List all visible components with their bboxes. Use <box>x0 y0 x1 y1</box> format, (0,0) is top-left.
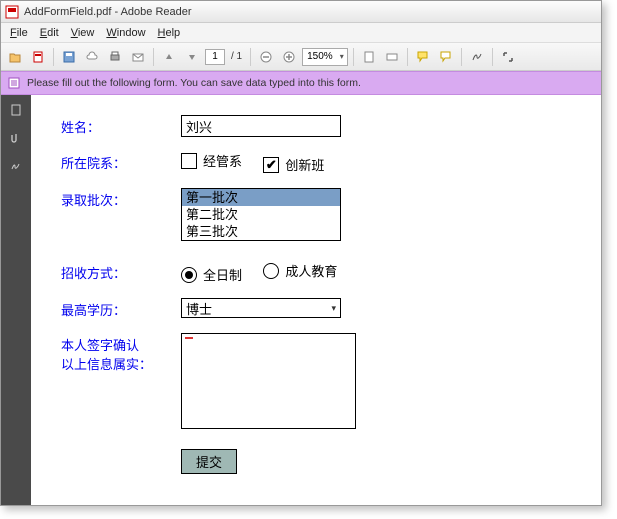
radio-icon <box>263 263 279 279</box>
page-down-icon[interactable] <box>182 47 202 67</box>
page-number-input[interactable] <box>205 49 225 65</box>
separator <box>492 48 493 66</box>
document-area: 姓名： 刘兴 所在院系： 经管系 ✔创新班 录取批次： 第一批次 第二批次 第三… <box>31 95 601 505</box>
highlight-icon[interactable] <box>436 47 456 67</box>
sign-icon[interactable] <box>467 47 487 67</box>
create-pdf-icon[interactable] <box>28 47 48 67</box>
mail-icon[interactable] <box>128 47 148 67</box>
radio-checked-icon <box>181 267 197 283</box>
cloud-icon[interactable] <box>82 47 102 67</box>
menu-view[interactable]: View <box>66 25 100 41</box>
checkbox-box-icon <box>181 153 197 169</box>
menu-file[interactable]: File <box>5 25 33 41</box>
fit-width-icon[interactable] <box>382 47 402 67</box>
body-area: 姓名： 刘兴 所在院系： 经管系 ✔创新班 录取批次： 第一批次 第二批次 第三… <box>1 95 601 505</box>
cursor-icon <box>185 337 193 339</box>
checkbox-chuangxin[interactable]: ✔创新班 <box>263 155 324 174</box>
attachments-icon[interactable] <box>7 129 25 147</box>
submit-button[interactable]: 提交 <box>181 449 237 474</box>
input-name[interactable]: 刘兴 <box>181 115 341 137</box>
label-signature: 本人签字确认 以上信息属实： <box>61 333 181 373</box>
page-total: / 1 <box>228 51 245 62</box>
zoom-in-icon[interactable] <box>279 47 299 67</box>
list-item[interactable]: 第三批次 <box>182 223 340 240</box>
list-item[interactable]: 第一批次 <box>182 189 340 206</box>
label-education: 最高学历： <box>61 298 181 319</box>
menu-bar: File Edit View Window Help <box>1 23 601 43</box>
separator <box>250 48 251 66</box>
zoom-select[interactable]: 150% <box>302 48 348 66</box>
listbox-batch[interactable]: 第一批次 第二批次 第三批次 <box>181 188 341 241</box>
separator <box>353 48 354 66</box>
open-icon[interactable] <box>5 47 25 67</box>
window-title: AddFormField.pdf - Adobe Reader <box>24 6 192 18</box>
radio-adult[interactable]: 成人教育 <box>263 261 337 280</box>
separator <box>407 48 408 66</box>
comment-icon[interactable] <box>413 47 433 67</box>
row-batch: 录取批次： 第一批次 第二批次 第三批次 <box>61 188 571 241</box>
print-icon[interactable] <box>105 47 125 67</box>
title-bar: AddFormField.pdf - Adobe Reader <box>1 1 601 23</box>
checkbox-box-checked-icon: ✔ <box>263 157 279 173</box>
list-item[interactable]: 第二批次 <box>182 206 340 223</box>
fullscreen-icon[interactable] <box>498 47 518 67</box>
thumbnails-icon[interactable] <box>7 101 25 119</box>
menu-help[interactable]: Help <box>153 25 186 41</box>
row-department: 所在院系： 经管系 ✔创新班 <box>61 151 571 174</box>
form-icon <box>7 76 21 90</box>
page-up-icon[interactable] <box>159 47 179 67</box>
row-name: 姓名： 刘兴 <box>61 115 571 137</box>
notice-text: Please fill out the following form. You … <box>27 77 361 89</box>
fit-page-icon[interactable] <box>359 47 379 67</box>
label-mode: 招收方式： <box>61 261 181 282</box>
label-name: 姓名： <box>61 115 181 136</box>
app-window: AddFormField.pdf - Adobe Reader File Edi… <box>0 0 602 506</box>
checkbox-jingguan[interactable]: 经管系 <box>181 151 242 170</box>
zoom-out-icon[interactable] <box>256 47 276 67</box>
row-mode: 招收方式： 全日制 成人教育 <box>61 261 571 284</box>
textarea-signature[interactable] <box>181 333 356 429</box>
signatures-icon[interactable] <box>7 157 25 175</box>
combo-education[interactable]: 博士 <box>181 298 341 318</box>
save-icon[interactable] <box>59 47 79 67</box>
label-department: 所在院系： <box>61 151 181 172</box>
form-notice-bar: Please fill out the following form. You … <box>1 71 601 95</box>
separator <box>153 48 154 66</box>
separator <box>53 48 54 66</box>
row-education: 最高学历： 博士 <box>61 298 571 319</box>
sidebar <box>1 95 31 505</box>
pdf-icon <box>5 5 19 19</box>
row-submit: 提交 <box>61 449 571 474</box>
menu-edit[interactable]: Edit <box>35 25 64 41</box>
label-batch: 录取批次： <box>61 188 181 209</box>
toolbar: / 1 150% <box>1 43 601 71</box>
menu-window[interactable]: Window <box>101 25 150 41</box>
radio-fulltime[interactable]: 全日制 <box>181 265 242 284</box>
separator <box>461 48 462 66</box>
row-signature: 本人签字确认 以上信息属实： <box>61 333 571 429</box>
